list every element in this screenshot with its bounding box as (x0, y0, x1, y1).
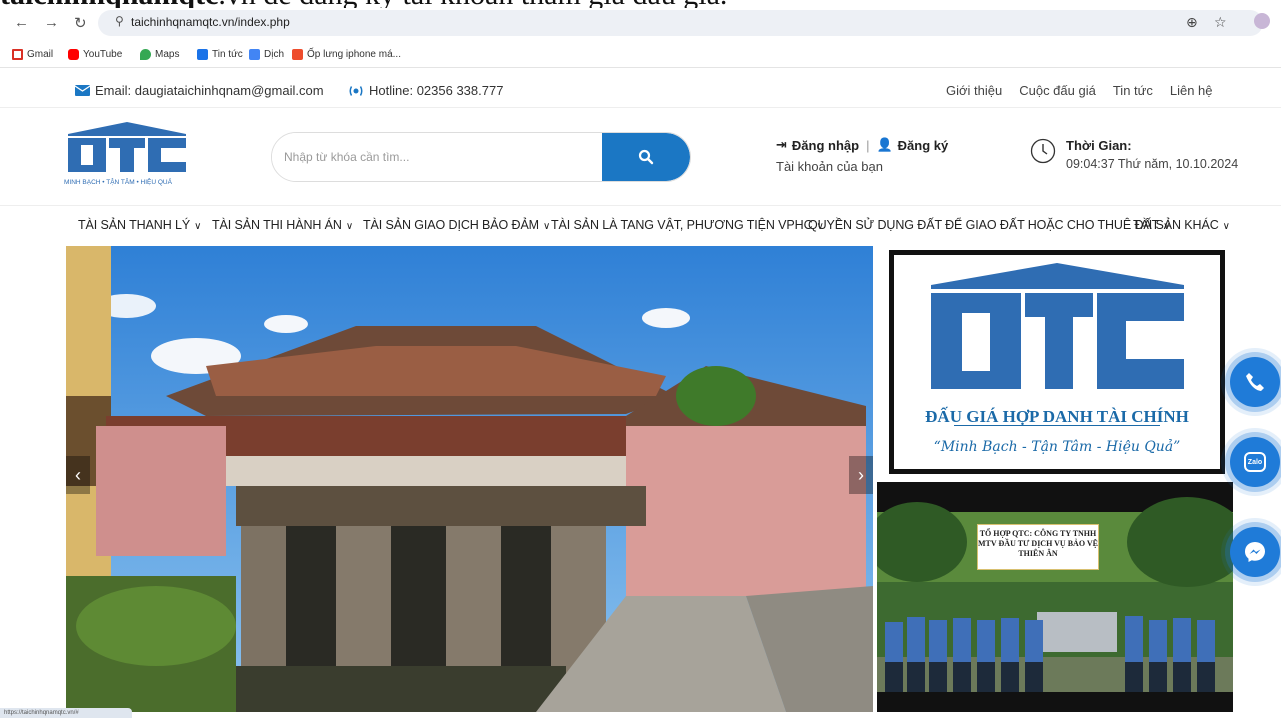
float-phone-button[interactable] (1230, 357, 1280, 407)
chevron-down-icon: ∨ (1222, 221, 1230, 232)
bookmark-label: Maps (155, 49, 180, 60)
separator: | (866, 137, 870, 153)
bookmark-star-icon[interactable]: ☆ (1214, 14, 1227, 31)
site-info-icon[interactable]: ⚲ (115, 14, 124, 28)
slider-next-button[interactable]: › (849, 456, 873, 494)
sidebar-logo-card[interactable]: ĐẤU GIÁ HỢP DANH TÀI CHÍNH “Minh Bạch - … (889, 250, 1225, 474)
float-zalo-button[interactable]: Zalo (1230, 437, 1280, 487)
security-team-photo (877, 497, 1233, 692)
qtc-logo-large (931, 263, 1184, 426)
nav-label: TÀI SẢN THANH LÝ (78, 218, 191, 232)
bookmark-label: Dịch (264, 49, 285, 60)
nav-label: TÀI SẢN KHÁC (1133, 218, 1219, 232)
chevron-down-icon: ∨ (543, 221, 551, 232)
bookmark-maps[interactable]: Maps (140, 49, 179, 60)
nav-item-thanh-ly[interactable]: TÀI SẢN THANH LÝ ∨ (78, 218, 201, 232)
top-links: Giới thiệu Cuộc đấu giá Tin tức Liên hệ (946, 83, 1213, 98)
chevron-right-icon: › (858, 464, 864, 485)
logo-tagline: MINH BẠCH • TẬN TÂM • HIỆU QUẢ (64, 179, 172, 186)
nav-label: TÀI SẢN THI HÀNH ÁN (212, 218, 342, 232)
link-auctions[interactable]: Cuộc đấu giá (1019, 83, 1096, 98)
nav-label: QUYỀN SỬ DỤNG ĐẤT ĐỂ GIAO ĐẤT HOẶC CHO T… (808, 218, 1160, 232)
browser-toolbar: ← → ↻ ⚲ taichinhqnamqtc.vn/index.php ⊕ ☆ (0, 8, 1281, 36)
chevron-left-icon: ‹ (75, 464, 81, 485)
nav-item-quyen-su-dung-dat[interactable]: QUYỀN SỬ DỤNG ĐẤT ĐỂ GIAO ĐẤT HOẶC CHO T… (808, 218, 1171, 232)
link-about[interactable]: Giới thiệu (946, 83, 1002, 98)
register-link[interactable]: Đăng ký (898, 138, 949, 153)
bookmarks-bar: Gmail YouTube Maps Tin tức Dịch Ốp lưng … (0, 42, 1281, 68)
time-label: Thời Gian: (1066, 138, 1132, 153)
zalo-icon: Zalo (1244, 452, 1266, 472)
site-topbar: Email: daugiataichinhqnam@gmail.com Hotl… (0, 74, 1281, 108)
search-input[interactable] (272, 133, 604, 181)
hero-slider[interactable] (66, 246, 873, 712)
bookmark-label: Gmail (27, 49, 54, 60)
search-icon (638, 149, 654, 165)
reload-icon[interactable]: ↻ (74, 14, 87, 32)
news-icon (197, 49, 208, 60)
account-label: Tài khoản của bạn (776, 159, 883, 174)
register-icon: 👤 (876, 137, 893, 152)
link-contact[interactable]: Liên hệ (1170, 83, 1213, 98)
back-icon[interactable]: ← (14, 14, 29, 31)
site-logo[interactable]: MINH BẠCH • TẬN TÂM • HIỆU QUẢ (64, 120, 190, 192)
nav-item-thi-hanh-an[interactable]: TÀI SẢN THI HÀNH ÁN ∨ (212, 218, 353, 232)
phone-icon (1246, 373, 1264, 391)
bookmark-shop[interactable]: Ốp lưng iphone má... (292, 49, 401, 60)
bookmark-label: Tin tức (212, 49, 243, 60)
phone-ring-icon (349, 85, 363, 96)
sidebar-logo-title: ĐẤU GIÁ HỢP DANH TÀI CHÍNH (925, 407, 1189, 426)
nav-item-tai-san-khac[interactable]: TÀI SẢN KHÁC ∨ (1133, 218, 1230, 232)
gmail-icon (12, 49, 23, 60)
bookmark-news[interactable]: Tin tức (197, 49, 243, 60)
login-link[interactable]: Đăng nhập (792, 138, 859, 153)
youtube-icon (68, 49, 79, 60)
security-company-banner[interactable]: TỔ HỢP QTC: CÔNG TY TNHH MTV ĐẦU TƯ DỊCH… (877, 482, 1233, 712)
chevron-down-icon: ∨ (345, 221, 354, 232)
main-nav: TÀI SẢN THANH LÝ ∨ TÀI SẢN THI HÀNH ÁN ∨ T… (0, 205, 1281, 245)
covered-bridge-photo (66, 246, 873, 712)
bookmark-translate[interactable]: Dịch (249, 49, 284, 60)
hotline-contact[interactable]: Hotline: 02356 338.777 (348, 83, 503, 98)
search-button[interactable] (602, 133, 690, 181)
bookmark-label: Ốp lưng iphone má... (307, 49, 401, 60)
hotline-text: Hotline: 02356 338.777 (369, 83, 504, 98)
email-contact[interactable]: Email: daugiataichinhqnam@gmail.com (75, 83, 324, 98)
nav-item-tang-vat[interactable]: TÀI SẢN LÀ TANG VẬT, PHƯƠNG TIỆN VPHC ∨ (551, 218, 824, 232)
account-area: ⇥ Đăng nhập | 👤 Đăng ký Tài khoản của bạ… (776, 137, 948, 174)
time-value: 09:04:37 Thứ năm, 10.10.2024 (1066, 157, 1239, 171)
forward-icon[interactable]: → (44, 14, 59, 31)
zoom-icon[interactable]: ⊕ (1186, 14, 1198, 31)
nav-item-giao-dich-bao-dam[interactable]: TÀI SẢN GIAO DỊCH BẢO ĐẢM ∨ (363, 218, 550, 232)
bookmark-label: YouTube (83, 49, 123, 60)
translate-icon (249, 49, 260, 60)
email-text: Email: daugiataichinhqnam@gmail.com (95, 83, 324, 98)
search-box (271, 132, 691, 182)
link-news[interactable]: Tin tức (1113, 83, 1153, 98)
login-icon: ⇥ (776, 137, 787, 152)
browser-status-bar: https://taichinhqnamqtc.vn/# (0, 708, 132, 718)
maps-pin-icon (140, 49, 151, 60)
bookmark-gmail[interactable]: Gmail (12, 49, 53, 60)
sidebar-logo-slogan: “Minh Bạch - Tận Tâm - Hiệu Quả” (933, 439, 1181, 455)
messenger-icon (1245, 542, 1265, 562)
chevron-down-icon: ∨ (194, 221, 202, 232)
shopee-icon (292, 49, 303, 60)
profile-avatar-icon[interactable] (1254, 13, 1270, 29)
banner-caption: TỔ HỢP QTC: CÔNG TY TNHH MTV ĐẦU TƯ DỊCH… (977, 524, 1099, 570)
float-messenger-button[interactable] (1230, 527, 1280, 577)
url-text[interactable]: taichinhqnamqtc.vn/index.php (131, 15, 290, 29)
nav-label: TÀI SẢN GIAO DỊCH BẢO ĐẢM (363, 218, 539, 232)
slider-prev-button[interactable]: ‹ (66, 456, 90, 494)
nav-label: TÀI SẢN LÀ TANG VẬT, PHƯƠNG TIỆN VPHC (551, 218, 813, 232)
page-caption: taichinhqnamqtc.vn để đăng ký tài khoản … (0, 0, 727, 11)
clock-icon (1030, 138, 1056, 169)
bookmark-youtube[interactable]: YouTube (68, 49, 122, 60)
envelope-icon (75, 85, 90, 96)
